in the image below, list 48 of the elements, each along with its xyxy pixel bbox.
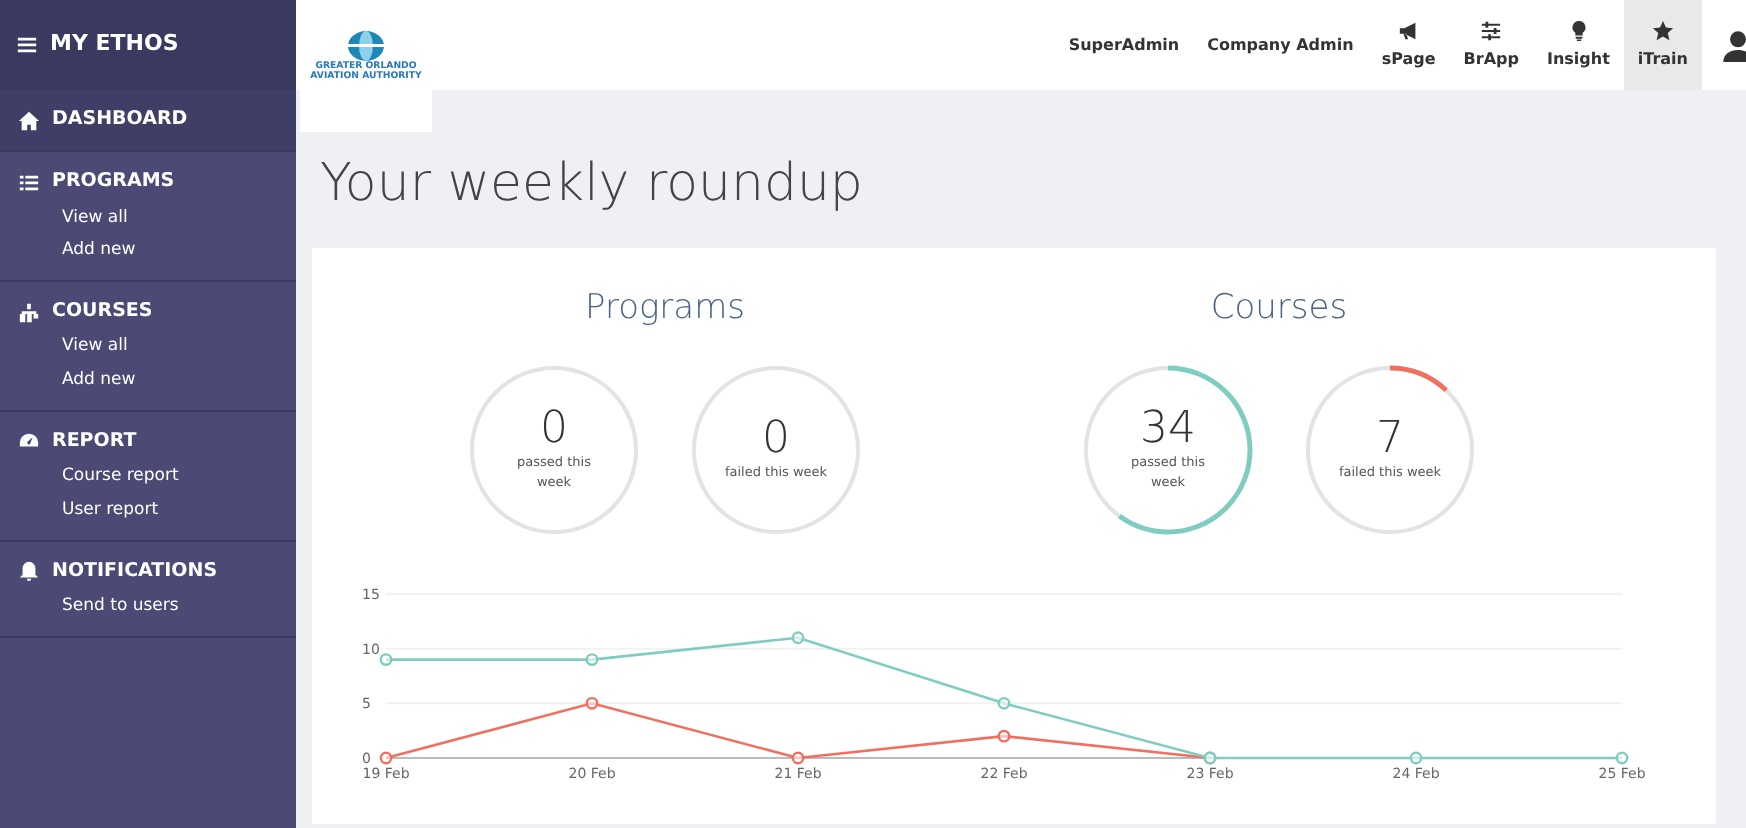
sidebar-link[interactable]: Send to users (62, 593, 296, 619)
sidebar-section[interactable]: PROGRAMS View all Add new (0, 152, 296, 282)
point (1615, 750, 1629, 764)
sliders-icon (1480, 19, 1503, 41)
star-icon (1651, 19, 1674, 41)
sidebar-title: MY ETHOS (50, 28, 179, 61)
sitemap-icon (18, 301, 40, 324)
bell-icon (18, 560, 40, 583)
section-heading: REPORT (52, 427, 137, 456)
stat-value: 34 (1140, 405, 1196, 454)
point (585, 652, 599, 665)
point (997, 695, 1011, 709)
group-title: Courses (1210, 286, 1348, 332)
stat-value: 0 (540, 405, 568, 454)
sidebar-link[interactable]: View all (62, 334, 296, 360)
megaphone-icon (1397, 19, 1420, 41)
sidebar-link[interactable]: Course report (62, 464, 296, 490)
lightbulb-icon (1567, 19, 1590, 41)
group-title: Programs (585, 286, 745, 332)
point (1409, 750, 1423, 764)
section-heading: COURSES (52, 298, 153, 326)
sidebar-section[interactable]: DASHBOARD (0, 90, 296, 153)
sidebar-link[interactable]: Add new (62, 238, 296, 264)
point (791, 630, 805, 644)
point (585, 695, 599, 709)
nav-tab[interactable]: iTrain (1623, 0, 1702, 90)
point (997, 728, 1011, 742)
list-icon (18, 171, 40, 194)
section-heading: PROGRAMS (52, 168, 175, 197)
sidebar-link[interactable]: User report (62, 497, 296, 523)
point (791, 750, 805, 764)
sidebar-section[interactable]: COURSES View all Add new (0, 282, 296, 412)
user-icon[interactable] (1722, 29, 1746, 61)
section-heading: DASHBOARD (52, 106, 188, 134)
section-heading: NOTIFICATIONS (52, 557, 218, 585)
stat-value: 7 (1376, 415, 1404, 464)
point (379, 652, 393, 665)
sidebar-link[interactable]: Add new (62, 368, 296, 394)
menu-icon (16, 34, 38, 56)
gauge-icon (18, 430, 40, 453)
logo-icon (346, 30, 386, 62)
sidebar-section[interactable]: NOTIFICATIONS Send to users (0, 541, 296, 637)
point (379, 750, 393, 764)
sidebar-section[interactable]: REPORT Course report User report (0, 411, 296, 541)
stat-value: 0 (762, 415, 790, 464)
home-icon (18, 109, 40, 132)
sidebar-link[interactable]: View all (62, 205, 296, 231)
page-title: Your weekly roundup (320, 152, 865, 218)
